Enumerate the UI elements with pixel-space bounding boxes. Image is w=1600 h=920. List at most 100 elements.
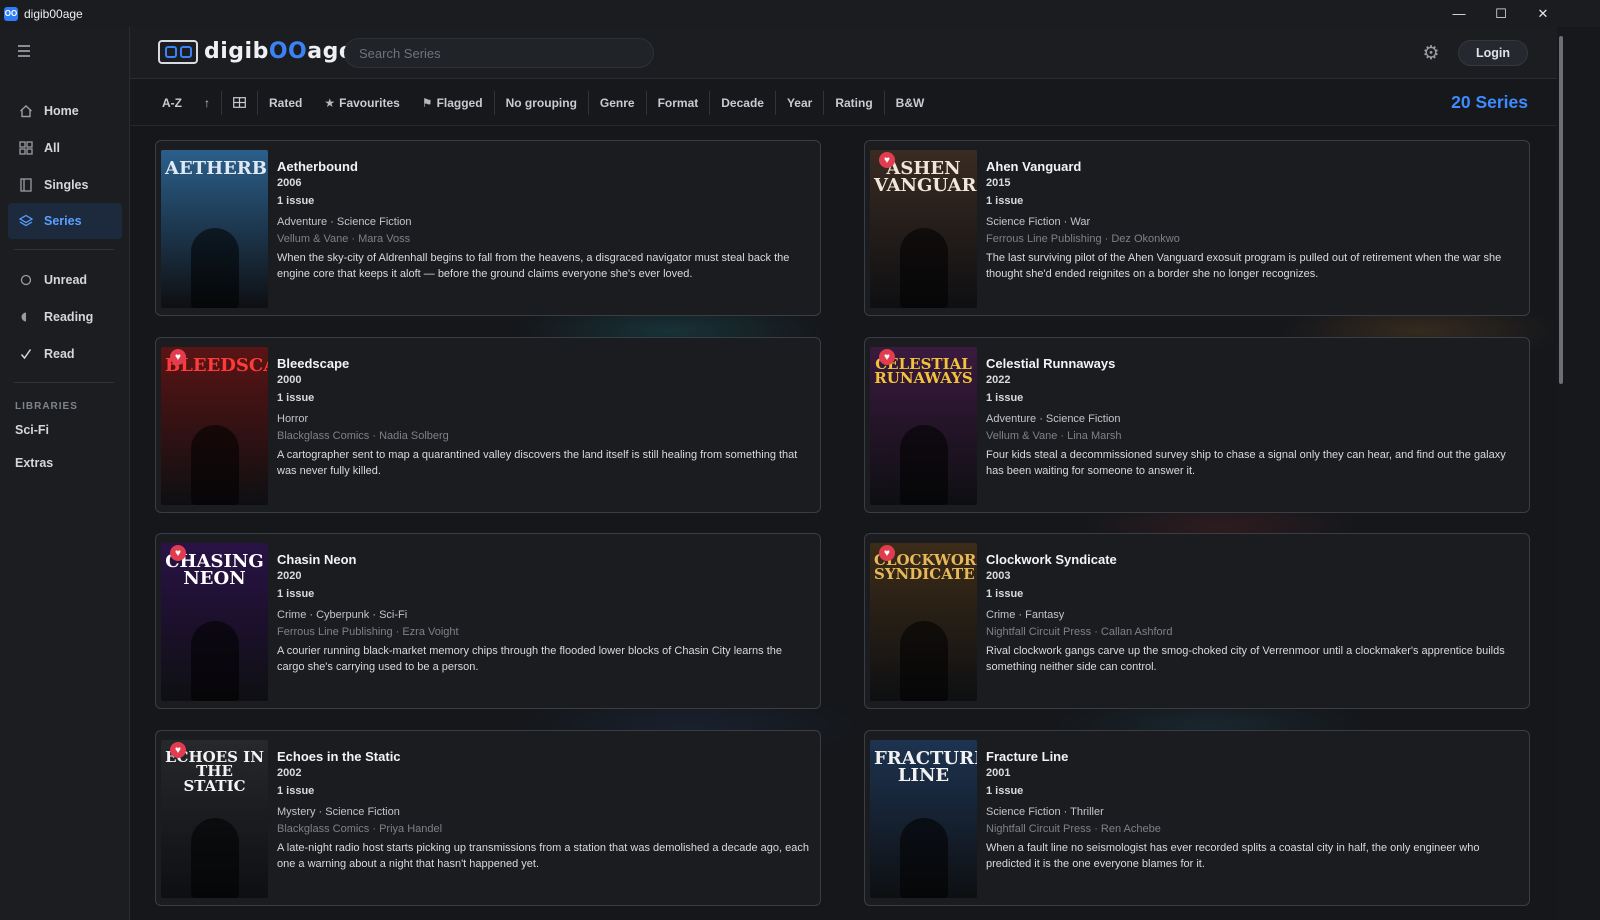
cover-image[interactable]: CLOCKWORK SYNDICATE: [870, 543, 977, 701]
maximize-button[interactable]: ☐: [1478, 0, 1524, 27]
series-card[interactable]: ASHEN VANGUARD♥ Ahen Vanguard2015 1 issue S…: [864, 140, 1530, 316]
cover-figure: [191, 818, 239, 898]
series-description: Rival clockwork gangs carve up the smog-…: [986, 645, 1505, 673]
close-button[interactable]: ✕: [1520, 0, 1566, 27]
series-info: Chasin Neon 2020 1 issue Crime · Cyberpunk …: [277, 552, 812, 675]
check-icon: [18, 346, 34, 362]
logo-mark: [158, 39, 198, 64]
series-info: Clockwork Syndicate 2003 1 issue Crime · Fa…: [986, 552, 1521, 675]
cover-image[interactable]: BLEEDSCAPE: [161, 347, 268, 505]
library-item-extras[interactable]: Extras: [15, 456, 53, 470]
app-header: digibOOage Search Series ⚙ Login: [130, 27, 1560, 79]
grouping-select[interactable]: No grouping: [495, 90, 589, 115]
series-year: 2022: [986, 374, 1011, 386]
logo-text: digibOOage: [204, 39, 355, 64]
series-publisher: Vellum & Vane · Lina Marsh: [986, 430, 1122, 442]
series-card[interactable]: CHASING NEON ♥ Chasin Neon 2020 1 issue Crime…: [155, 533, 821, 709]
sidebar-divider: [14, 249, 114, 250]
filter-flagged[interactable]: ⚑ Flagged: [411, 90, 495, 115]
filter-bw[interactable]: B&W: [885, 91, 936, 115]
cover-figure: [191, 621, 239, 701]
sidebar-item-all[interactable]: All: [8, 130, 122, 166]
series-title[interactable]: Fracture Line: [986, 749, 1521, 767]
sidebar-item-label: Read: [44, 347, 75, 361]
sidebar-item-reading[interactable]: Reading: [8, 299, 122, 335]
filter-decade[interactable]: Decade: [710, 90, 776, 115]
sidebar-item-series[interactable]: Series: [8, 203, 122, 239]
cover-image[interactable]: AETHERBOUND: [161, 150, 268, 308]
series-card[interactable]: ECHOES IN THE STATIC ♥ Echoes in the Stati…: [155, 730, 821, 906]
library-item-scifi[interactable]: Sci-Fi: [15, 423, 49, 437]
series-year: 2001: [986, 767, 1011, 779]
filter-format[interactable]: Format: [647, 90, 711, 115]
series-info: Bleedscape 2000 1 issue Horror Blackglass Co…: [277, 356, 812, 479]
series-title[interactable]: Clockwork Syndicate: [986, 552, 1521, 570]
series-genres: Science Fiction · Thriller: [986, 806, 1104, 818]
layers-icon: [18, 213, 34, 229]
minimize-button[interactable]: —: [1436, 0, 1482, 27]
sidebar-item-unread[interactable]: Unread: [8, 262, 122, 298]
cover-figure: [191, 228, 239, 308]
cover-image[interactable]: ECHOES IN THE STATIC: [161, 740, 268, 898]
half-circle-icon: [18, 309, 34, 325]
circle-icon: [18, 272, 34, 288]
favourite-heart-icon[interactable]: ♥: [170, 349, 186, 365]
star-icon: ★: [324, 95, 336, 110]
filter-toolbar: A-Z ↑ Rated ★ Favourites ⚑ Flagged No grou…: [130, 80, 1560, 126]
series-card[interactable]: BLEEDSCAPE♥Bleedscape20001 issueHorrorBl…: [155, 337, 821, 513]
cover-figure: [900, 621, 948, 701]
filter-rating[interactable]: Rating: [824, 90, 885, 115]
series-card[interactable]: FRACTURE LINE Fracture Line 2001 1 issue Sci…: [864, 730, 1530, 906]
series-info: Aetherbound 2006 1 issue Adventure · Scienc…: [277, 159, 812, 282]
cover-image[interactable]: CHASING NEON: [161, 543, 268, 701]
menu-icon[interactable]: [18, 45, 38, 59]
series-card[interactable]: AETHERBOUND Aetherbound2006 1 issue Adventu…: [155, 140, 821, 316]
filter-year[interactable]: Year: [776, 90, 825, 115]
favourite-heart-icon[interactable]: ♥: [879, 349, 895, 365]
favourite-heart-icon[interactable]: ♥: [170, 545, 186, 561]
sidebar-item-read[interactable]: Read: [8, 336, 122, 372]
series-grid: AETHERBOUND Aetherbound2006 1 issue Adventu…: [130, 126, 1557, 920]
filter-rated[interactable]: Rated: [258, 91, 313, 115]
sort-direction-button[interactable]: ↑: [193, 90, 222, 115]
series-card[interactable]: CELESTIAL RUNAWAYS ♥ Celestial Runnaways 20…: [864, 337, 1530, 513]
grid-view-icon[interactable]: [222, 90, 258, 115]
search-input[interactable]: Search Series: [344, 38, 654, 68]
filter-favourites[interactable]: ★ Favourites: [313, 91, 410, 115]
cover-image[interactable]: CELESTIAL RUNAWAYS: [870, 347, 977, 505]
series-title[interactable]: Bleedscape: [277, 356, 812, 374]
series-card[interactable]: CLOCKWORK SYNDICATE♥ Clockwork Syndicate2…: [864, 533, 1530, 709]
sidebar-item-label: Home: [44, 104, 79, 118]
series-genres: Horror: [277, 413, 309, 425]
series-year: 2000: [277, 374, 302, 386]
scrollbar-thumb[interactable]: [1559, 36, 1563, 384]
cover-image[interactable]: ASHEN VANGUARD: [870, 150, 977, 308]
sidebar-item-singles[interactable]: Singles: [8, 167, 122, 203]
cover-image[interactable]: FRACTURE LINE: [870, 740, 977, 898]
sidebar-item-home[interactable]: Home: [8, 93, 122, 129]
series-title[interactable]: Ahen Vanguard: [986, 159, 1521, 177]
favourite-heart-icon[interactable]: ♥: [879, 152, 895, 168]
login-button[interactable]: Login: [1458, 40, 1528, 66]
filter-genre[interactable]: Genre: [589, 90, 647, 115]
series-info: Echoes in the Static 2002 1 issue Mystery ·…: [277, 749, 812, 872]
sidebar-item-label: Series: [44, 214, 82, 228]
series-title[interactable]: Aetherbound: [277, 159, 812, 177]
app-logo[interactable]: digibOOage: [158, 39, 354, 64]
series-publisher: Vellum & Vane · Mara Voss: [277, 233, 411, 245]
series-title[interactable]: Celestial Runnaways: [986, 356, 1521, 374]
window-title: digib00age: [24, 6, 83, 21]
series-title[interactable]: Echoes in the Static: [277, 749, 812, 767]
app-icon: OO: [4, 6, 18, 21]
gear-icon[interactable]: ⚙: [1420, 42, 1442, 64]
series-title[interactable]: Chasin Neon: [277, 552, 812, 570]
series-issue-count: 1 issue: [277, 392, 315, 404]
sort-az-button[interactable]: A-Z: [151, 91, 193, 115]
window-titlebar: OO digib00age — ☐ ✕: [0, 0, 1600, 27]
flag-icon: ⚑: [421, 95, 433, 110]
series-info: Ahen Vanguard 2015 1 issue Science Fiction …: [986, 159, 1521, 282]
favourite-heart-icon[interactable]: ♥: [879, 545, 895, 561]
favourite-heart-icon[interactable]: ♥: [170, 742, 186, 758]
series-genres: Crime · Fantasy: [986, 609, 1065, 621]
sidebar-item-label: Singles: [44, 178, 89, 192]
